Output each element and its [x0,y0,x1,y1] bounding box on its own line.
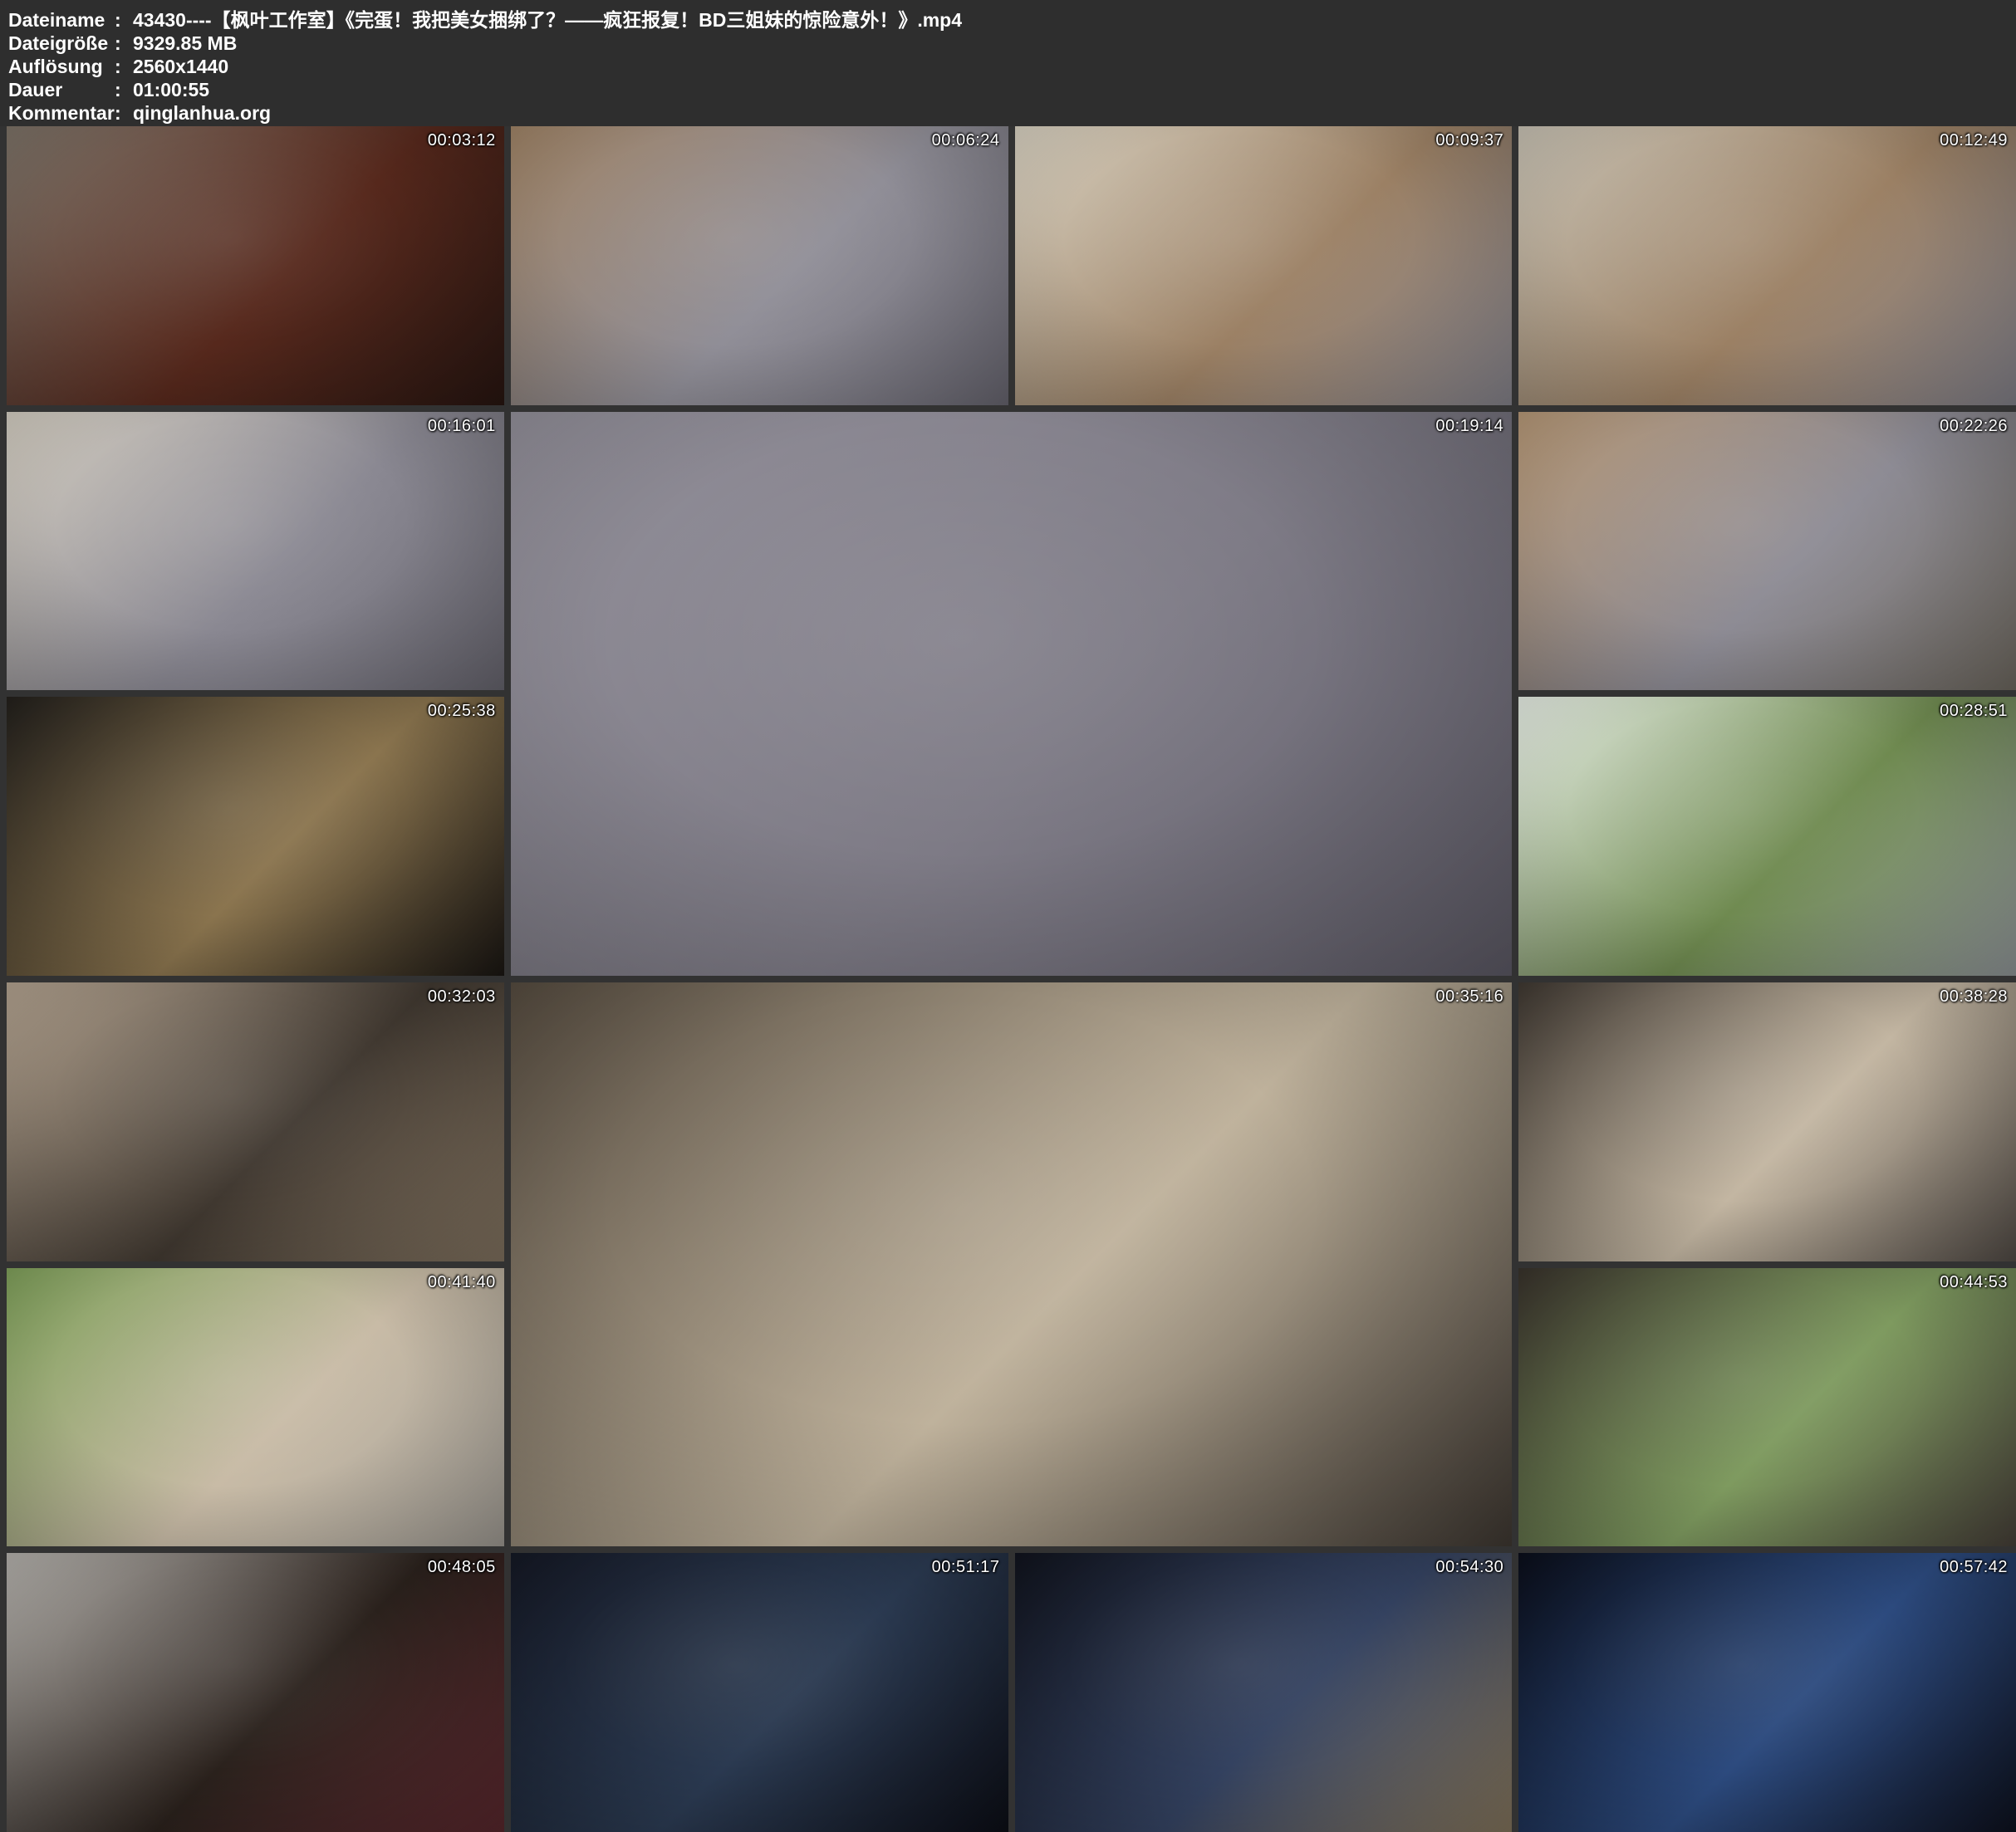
filename-value: 43430----【枫叶工作室】《完蛋！我把美女捆绑了？——疯狂报复！BD三姐妹… [133,8,962,32]
timestamp-badge: 00:44:53 [1940,1273,2008,1292]
thumbnail-car-interior: 00:44:53 [1518,1268,2016,1547]
meta-row-dateiname: Dateiname : 43430----【枫叶工作室】《完蛋！我把美女捆绑了？… [8,8,2016,32]
meta-separator: : [115,8,133,32]
timestamp-badge: 00:16:01 [428,417,496,436]
timestamp-badge: 00:57:42 [1940,1558,2008,1577]
timestamp-badge: 00:12:49 [1940,131,2008,150]
timestamp-badge: 00:54:30 [1435,1558,1503,1577]
thumbnail-bedroom: 00:16:01 [7,412,504,691]
timestamp-badge: 00:35:16 [1435,987,1503,1007]
thumbnail-car-trunk-outdoor: 00:41:40 [7,1268,504,1547]
timestamp-badge: 00:28:51 [1940,702,2008,721]
meta-label: Dateiname [8,8,115,32]
timestamp-badge: 00:03:12 [428,131,496,150]
thumbnail-hallway-interior: 00:03:12 [7,126,504,405]
meta-separator: : [115,55,133,78]
comment-value: qinglanhua.org [133,101,271,125]
filesize-value: 9329.85 MB [133,32,237,55]
thumbnail-car-interior-night: 00:51:17 [511,1553,1008,1832]
meta-label: Kommentar [8,101,115,125]
thumbnail-grid: 00:03:12 00:06:24 00:09:37 00:12:49 00:1… [7,126,2016,1832]
timestamp-badge: 00:32:03 [428,987,496,1007]
thumbnail-bedroom: 00:22:26 [1518,412,2016,691]
duration-value: 01:00:55 [133,78,209,101]
meta-row-dateigroesse: Dateigröße : 9329.85 MB [8,32,2016,55]
meta-label: Dauer [8,78,115,101]
thumbnail-car-trunk: 00:48:05 [7,1553,504,1832]
thumbnail-dark-room: 00:25:38 [7,697,504,976]
thumbnail-car-interior: 00:38:28 [1518,982,2016,1261]
timestamp-badge: 00:25:38 [428,702,496,721]
thumbnail-outdoor-car: 00:28:51 [1518,697,2016,976]
thumbnail-car-interior: 00:32:03 [7,982,504,1261]
thumbnail-bedroom: 00:12:49 [1518,126,2016,405]
thumbnail-bedroom-wide: 00:19:14 [511,412,1513,976]
meta-label: Dateigröße [8,32,115,55]
timestamp-badge: 00:41:40 [428,1273,496,1292]
resolution-value: 2560x1440 [133,55,228,78]
timestamp-badge: 00:09:37 [1435,131,1503,150]
metadata-panel: Dateiname : 43430----【枫叶工作室】《完蛋！我把美女捆绑了？… [0,0,2016,126]
thumbnail-car-trunk-night: 00:54:30 [1015,1553,1513,1832]
meta-separator: : [115,32,133,55]
meta-row-dauer: Dauer : 01:00:55 [8,78,2016,101]
timestamp-badge: 00:22:26 [1940,417,2008,436]
thumbnail-car-interior-wide: 00:35:16 [511,982,1513,1546]
timestamp-badge: 00:51:17 [932,1558,1000,1577]
timestamp-badge: 00:06:24 [932,131,1000,150]
timestamp-badge: 00:38:28 [1940,987,2008,1007]
meta-separator: : [115,101,133,125]
meta-row-kommentar: Kommentar : qinglanhua.org [8,101,2016,125]
meta-label: Auflösung [8,55,115,78]
timestamp-badge: 00:19:14 [1435,417,1503,436]
timestamp-badge: 00:48:05 [428,1558,496,1577]
thumbnail-bedroom: 00:06:24 [511,126,1008,405]
meta-separator: : [115,78,133,101]
meta-row-aufloesung: Auflösung : 2560x1440 [8,55,2016,78]
thumbnail-car-interior-night: 00:57:42 [1518,1553,2016,1832]
thumbnail-bedroom: 00:09:37 [1015,126,1513,405]
